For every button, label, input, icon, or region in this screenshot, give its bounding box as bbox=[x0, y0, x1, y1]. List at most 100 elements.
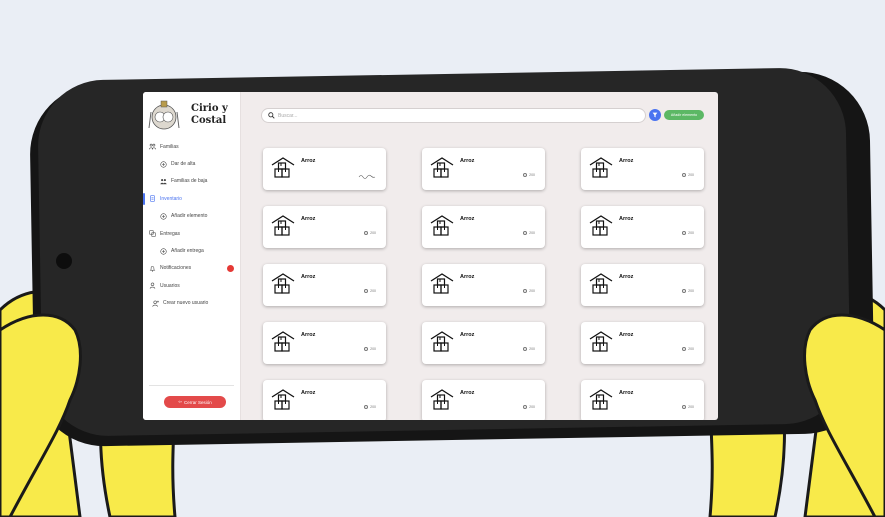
inventory-icon bbox=[149, 195, 156, 202]
storage-box-icon bbox=[271, 214, 295, 238]
sidebar-item-label: Dar de alta bbox=[171, 161, 196, 168]
qty-scribble-icon bbox=[358, 174, 376, 179]
quantity-value: 200 bbox=[688, 231, 694, 235]
quantity-icon bbox=[364, 405, 369, 409]
sidebar-item-familias-de-baja[interactable]: Familias de baja bbox=[143, 173, 241, 190]
families-off-icon bbox=[160, 178, 167, 185]
storage-box-icon bbox=[271, 330, 295, 354]
sidebar-item-label: Añadir elemento bbox=[171, 213, 208, 220]
deliveries-icon bbox=[149, 230, 156, 237]
quantity-value: 200 bbox=[370, 289, 376, 293]
sidebar-item-dar-de-alta[interactable]: Dar de alta bbox=[143, 155, 241, 172]
brand: Cirio y Costal bbox=[147, 98, 228, 132]
left-thumb-illustration bbox=[0, 313, 82, 517]
quantity-value: 200 bbox=[529, 405, 535, 409]
sidebar-item-usuarios[interactable]: Usuarios bbox=[143, 277, 241, 294]
add-item-button[interactable]: Añadir elemento bbox=[664, 110, 704, 120]
quantity-icon bbox=[682, 289, 687, 293]
search-input[interactable]: Buscar... bbox=[261, 108, 646, 123]
card-title: Arroz bbox=[460, 332, 475, 338]
card-quantity: 200 bbox=[523, 231, 535, 235]
card-quantity: 200 bbox=[523, 405, 535, 409]
inventory-card[interactable]: Arroz 200 bbox=[263, 206, 386, 248]
inventory-card[interactable]: Arroz bbox=[263, 148, 386, 190]
inventory-card[interactable]: Arroz 200 bbox=[581, 264, 704, 306]
filter-icon bbox=[652, 112, 658, 118]
scene: Cirio y Costal Familias Dar de alta Famili… bbox=[0, 0, 885, 517]
quantity-icon bbox=[523, 289, 528, 293]
inventory-card[interactable]: Arroz 200 bbox=[263, 322, 386, 364]
inventory-card[interactable]: Arroz 200 bbox=[422, 264, 545, 306]
add-circle-icon bbox=[160, 213, 167, 220]
inventory-card[interactable]: Arroz 200 bbox=[422, 206, 545, 248]
quantity-value: 200 bbox=[370, 231, 376, 235]
card-title: Arroz bbox=[460, 274, 475, 280]
sidebar-item-a-adir-entrega[interactable]: Añadir entrega bbox=[143, 242, 241, 259]
quantity-value: 200 bbox=[529, 347, 535, 351]
inventory-card[interactable]: Arroz 200 bbox=[581, 206, 704, 248]
card-title: Arroz bbox=[460, 158, 475, 164]
quantity-icon bbox=[523, 173, 528, 177]
sidebar-item-label: Usuarios bbox=[160, 282, 180, 289]
sidebar-item-label: Inventario bbox=[160, 195, 182, 202]
card-quantity: 200 bbox=[682, 173, 694, 177]
filter-button[interactable] bbox=[649, 109, 661, 121]
inventory-card[interactable]: Arroz 200 bbox=[581, 322, 704, 364]
card-title: Arroz bbox=[301, 216, 316, 222]
quantity-value: 200 bbox=[688, 289, 694, 293]
app-screen: Cirio y Costal Familias Dar de alta Famili… bbox=[143, 92, 718, 420]
logout-button[interactable]: ⇦ Cerrar Sesión bbox=[164, 396, 226, 408]
card-quantity: 200 bbox=[364, 231, 376, 235]
quantity-icon bbox=[682, 231, 687, 235]
add-circle-icon bbox=[160, 160, 167, 168]
card-quantity: 200 bbox=[364, 289, 376, 293]
card-title: Arroz bbox=[619, 158, 634, 164]
inventory-card[interactable]: Arroz 200 bbox=[581, 380, 704, 420]
sidebar-item-entregas[interactable]: Entregas bbox=[143, 225, 241, 242]
quantity-icon bbox=[523, 347, 528, 351]
quantity-value: 200 bbox=[370, 405, 376, 409]
card-title: Arroz bbox=[619, 332, 634, 338]
sidebar: Cirio y Costal Familias Dar de alta Famili… bbox=[143, 92, 241, 420]
quantity-value: 200 bbox=[688, 173, 694, 177]
sidebar-item-familias[interactable]: Familias bbox=[143, 138, 241, 155]
families-icon bbox=[149, 143, 156, 150]
sidebar-item-notificaciones[interactable]: Notificaciones bbox=[143, 260, 241, 277]
card-quantity: 200 bbox=[682, 289, 694, 293]
sidebar-item-a-adir-elemento[interactable]: Añadir elemento bbox=[143, 208, 241, 225]
card-quantity: 200 bbox=[682, 231, 694, 235]
inventory-card[interactable]: Arroz 200 bbox=[422, 322, 545, 364]
inventory-card[interactable]: Arroz 200 bbox=[422, 148, 545, 190]
card-quantity: 200 bbox=[523, 347, 535, 351]
quantity-icon bbox=[682, 405, 687, 409]
card-quantity: 200 bbox=[364, 347, 376, 351]
user-icon bbox=[149, 282, 156, 290]
brand-crest-logo bbox=[148, 100, 180, 130]
quantity-value: 200 bbox=[529, 231, 535, 235]
quantity-icon bbox=[523, 231, 528, 235]
quantity-icon bbox=[682, 347, 687, 351]
storage-box-icon bbox=[271, 156, 295, 180]
storage-box-icon bbox=[430, 156, 454, 180]
sidebar-divider bbox=[149, 385, 234, 386]
storage-box-icon bbox=[430, 272, 454, 296]
storage-box-icon bbox=[430, 388, 454, 412]
sidebar-item-label: Notificaciones bbox=[160, 265, 192, 272]
sidebar-item-label: Crear nuevo usuario bbox=[163, 300, 209, 307]
inventory-card[interactable]: Arroz 200 bbox=[263, 380, 386, 420]
quantity-icon bbox=[364, 289, 369, 293]
bell-icon bbox=[149, 265, 156, 272]
inventory-card[interactable]: Arroz 200 bbox=[581, 148, 704, 190]
inventory-card[interactable]: Arroz 200 bbox=[422, 380, 545, 420]
brand-name: Cirio y Costal bbox=[191, 103, 228, 127]
sidebar-item-crear-nuevo-usuario[interactable]: Crear nuevo usuario bbox=[143, 295, 241, 312]
logout-icon: ⇦ bbox=[178, 399, 182, 404]
quantity-value: 200 bbox=[529, 289, 535, 293]
sidebar-item-label: Añadir entrega bbox=[171, 248, 204, 255]
logout-label: Cerrar Sesión bbox=[184, 399, 212, 405]
storage-box-icon bbox=[589, 214, 613, 238]
storage-box-icon bbox=[589, 388, 613, 412]
card-title: Arroz bbox=[301, 158, 316, 164]
inventory-card[interactable]: Arroz 200 bbox=[263, 264, 386, 306]
sidebar-item-inventario[interactable]: Inventario bbox=[143, 190, 241, 207]
